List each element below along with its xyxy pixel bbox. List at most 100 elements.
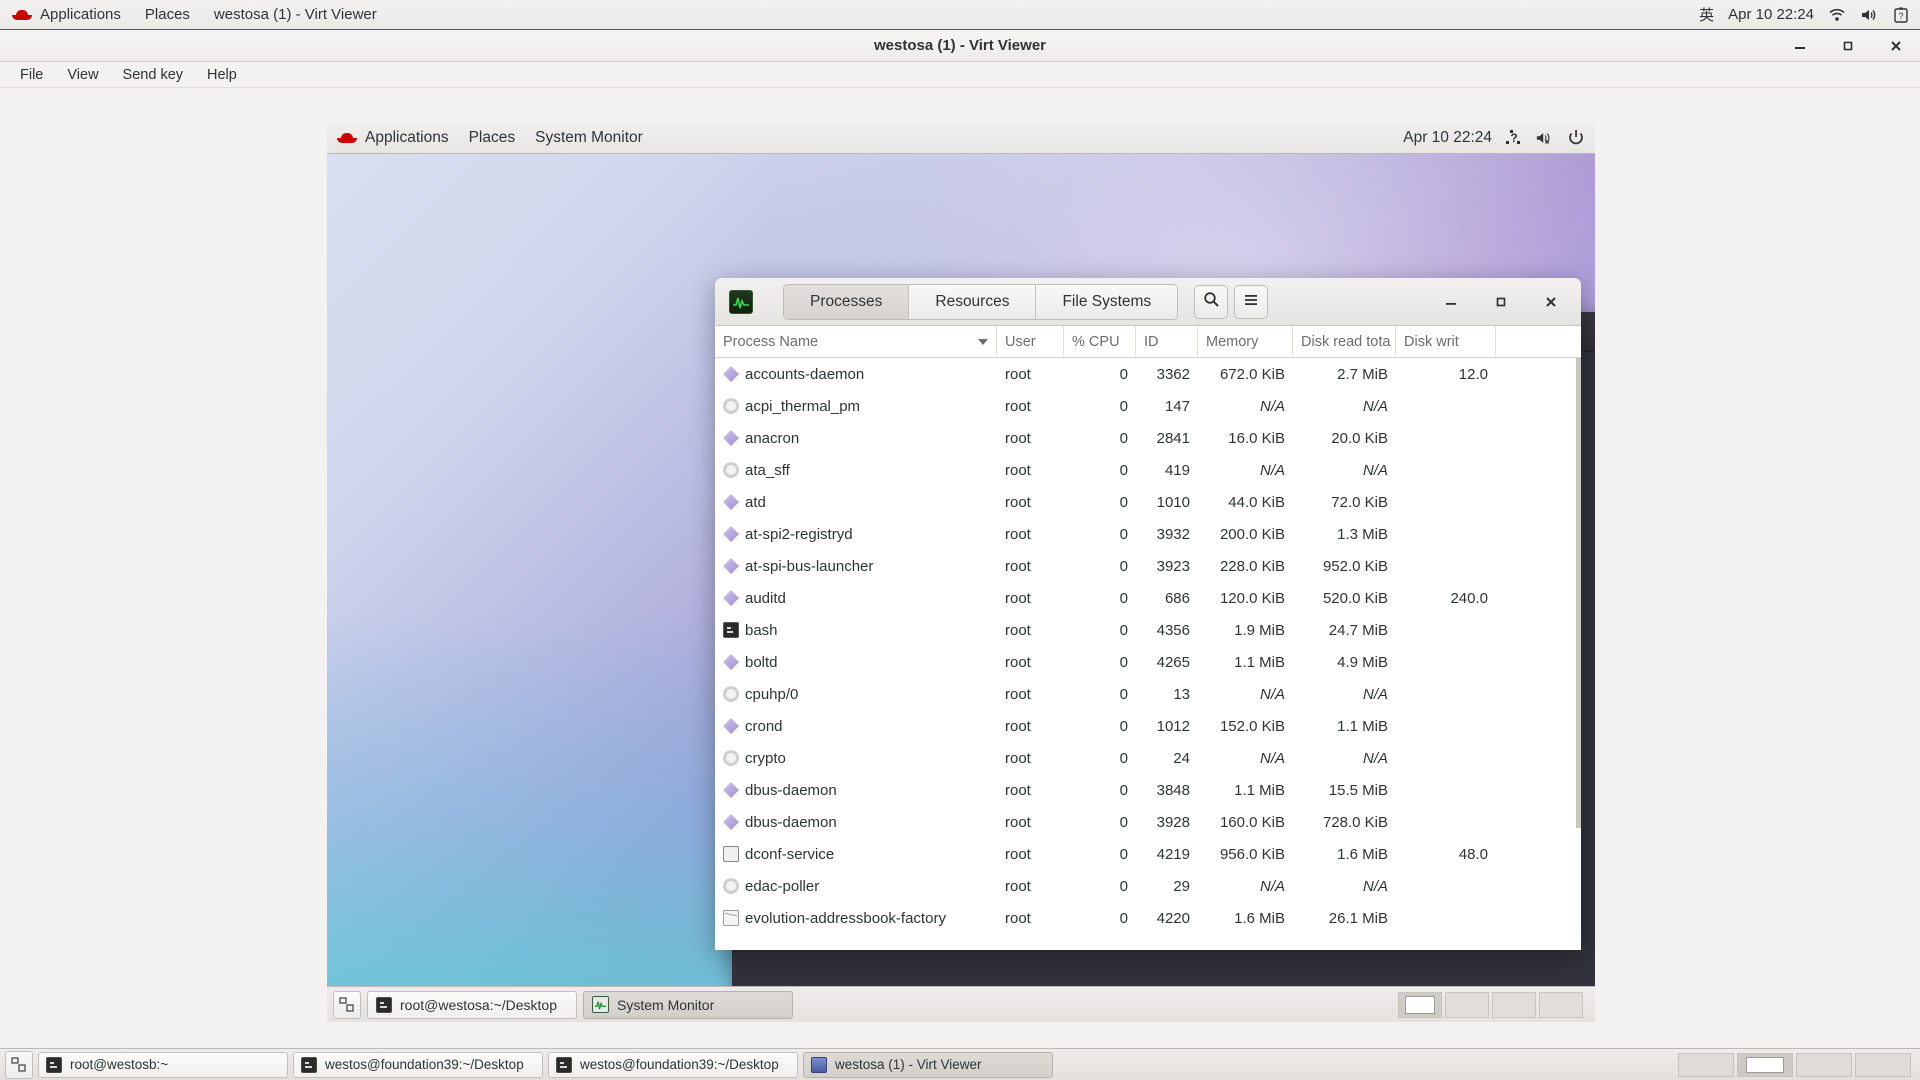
table-row[interactable]: at-spi2-registryd root 0 3932 200.0 KiB 1.3 M… [715,518,1581,550]
minimize-button[interactable] [1437,288,1465,316]
volume-icon[interactable] [1860,6,1878,24]
process-name-label: auditd [745,589,786,607]
virt-viewer-titlebar[interactable]: westosa (1) - Virt Viewer [0,30,1920,62]
cell-disk-read: N/A [1362,685,1388,703]
system-monitor-window[interactable]: Processes Resources File Systems Process… [715,278,1581,950]
taskbar-item-terminal[interactable]: root@westosa:~/Desktop [367,990,577,1019]
vm-clock[interactable]: Apr 10 22:24 [1403,122,1492,154]
host-taskbar-item-4[interactable]: westosa (1) - Virt Viewer [803,1051,1053,1078]
diamond-icon [723,718,739,734]
table-row[interactable]: at-spi-bus-launcher root 0 3923 228.0 KiB 952… [715,550,1581,582]
cell-process-name: dbus-daemon [715,814,997,831]
table-row[interactable]: bash root 0 4356 1.9 MiB 24.7 MiB [715,614,1581,646]
table-row[interactable]: ata_sff root 0 419 N/A N/A [715,454,1581,486]
tab-resources[interactable]: Resources [909,284,1037,319]
vm-display-area[interactable]: Applications Places System Monitor Apr 1… [327,122,1595,1022]
wifi-icon[interactable] [1828,6,1846,24]
host-applications-menu[interactable]: Applications [0,0,133,30]
process-name-label: dconf-service [745,845,835,863]
cell-memory: 120.0 KiB [1219,589,1285,607]
column-label-process-name: Process Name [723,333,819,350]
vm-places-menu[interactable]: Places [459,122,526,154]
volume-muted-icon[interactable] [1536,129,1554,147]
show-desktop-icon[interactable] [5,1050,33,1079]
table-row[interactable]: edac-poller root 0 29 N/A N/A [715,870,1581,902]
gear-icon [723,398,739,414]
cell-user: root [1005,493,1031,511]
taskbar-item-system-monitor[interactable]: System Monitor [583,990,793,1019]
close-button[interactable] [1882,32,1910,60]
host-workspace-1[interactable] [1678,1052,1734,1077]
show-desktop-icon[interactable] [333,990,361,1019]
table-row[interactable]: boltd root 0 4265 1.1 MiB 4.9 MiB [715,646,1581,678]
maximize-button[interactable] [1487,288,1515,316]
virt-viewer-menubar: File View Send key Help [0,62,1920,88]
host-taskbar-item-1[interactable]: root@westosb:~ [38,1051,288,1078]
cell-id: 419 [1164,461,1190,479]
table-row[interactable]: cpuhp/0 root 0 13 N/A N/A [715,678,1581,710]
host-workspace-4[interactable] [1855,1052,1911,1077]
minimize-button[interactable] [1786,32,1814,60]
close-button[interactable] [1537,288,1565,316]
vm-top-panel: Applications Places System Monitor Apr 1… [327,122,1595,154]
column-header-process-name[interactable]: Process Name [715,326,997,357]
cell-process-name: boltd [715,654,997,671]
menu-button[interactable] [1234,284,1269,319]
column-header-id[interactable]: ID [1136,326,1198,357]
virt-viewer-window-controls [1786,30,1910,62]
column-label-memory: Memory [1206,333,1259,350]
host-taskbar-item-3[interactable]: westos@foundation39:~/Desktop [548,1051,798,1078]
table-row[interactable]: anacron root 0 2841 16.0 KiB 20.0 KiB [715,422,1581,454]
cell-id: 3923 [1156,557,1190,575]
host-taskbar-item-2[interactable]: westos@foundation39:~/Desktop [293,1051,543,1078]
column-header-disk-write[interactable]: Disk writ [1396,326,1496,357]
column-header-cpu[interactable]: % CPU [1064,326,1136,357]
process-table-scrollbar[interactable] [1576,358,1581,828]
host-active-window-title[interactable]: westosa (1) - Virt Viewer [202,0,389,30]
column-header-disk-read[interactable]: Disk read tota [1293,326,1396,357]
table-row[interactable]: dconf-service root 0 4219 956.0 KiB 1.6 MiB 48… [715,838,1581,870]
vm-active-app-menu[interactable]: System Monitor [525,122,653,154]
diamond-icon [723,814,739,830]
menu-help[interactable]: Help [195,65,249,85]
table-row[interactable]: dbus-daemon root 0 3848 1.1 MiB 15.5 MiB [715,774,1581,806]
cell-cpu: 0 [1119,621,1128,639]
table-row[interactable]: dbus-daemon root 0 3928 160.0 KiB 728.0 KiB [715,806,1581,838]
vm-applications-menu[interactable]: Applications [327,122,459,154]
menu-send-key[interactable]: Send key [111,65,195,85]
process-table-body[interactable]: accounts-daemon root 0 3362 672.0 KiB 2.7 MiB… [715,358,1581,950]
table-row[interactable]: atd root 0 1010 44.0 KiB 72.0 KiB [715,486,1581,518]
host-workspace-2[interactable] [1737,1052,1793,1077]
host-clock[interactable]: Apr 10 22:24 [1728,0,1814,30]
table-row[interactable]: crypto root 0 24 N/A N/A [715,742,1581,774]
maximize-button[interactable] [1834,32,1862,60]
vm-workspace-4[interactable] [1539,991,1583,1018]
help-icon[interactable]: ? [1505,129,1523,147]
vm-workspace-switcher[interactable] [1398,991,1589,1018]
menu-file[interactable]: File [8,65,55,85]
table-row[interactable]: accounts-daemon root 0 3362 672.0 KiB 2.7 MiB… [715,358,1581,390]
host-workspace-3[interactable] [1796,1052,1852,1077]
column-header-memory[interactable]: Memory [1198,326,1293,357]
tab-processes[interactable]: Processes [784,284,910,319]
table-row[interactable]: evolution-addressbook-factory root 0 4220 1.… [715,902,1581,934]
cell-id: 24 [1173,749,1190,767]
system-monitor-headerbar[interactable]: Processes Resources File Systems [715,278,1581,326]
vm-workspace-2[interactable] [1445,991,1489,1018]
vm-workspace-1[interactable] [1398,991,1442,1018]
vm-workspace-3[interactable] [1492,991,1536,1018]
battery-icon[interactable]: ? [1892,6,1910,24]
search-button[interactable] [1194,284,1229,319]
cell-disk-read: N/A [1362,461,1388,479]
menu-view[interactable]: View [55,65,110,85]
input-method-indicator[interactable]: 英 [1699,0,1714,30]
tab-file-systems[interactable]: File Systems [1036,284,1178,319]
host-workspace-switcher[interactable] [1678,1052,1915,1077]
column-header-user[interactable]: User [997,326,1064,357]
cell-disk-read: 1.1 MiB [1337,717,1388,735]
power-icon[interactable] [1567,129,1585,147]
table-row[interactable]: crond root 0 1012 152.0 KiB 1.1 MiB [715,710,1581,742]
table-row[interactable]: auditd root 0 686 120.0 KiB 520.0 KiB 240.0 [715,582,1581,614]
host-places-menu[interactable]: Places [133,0,202,30]
table-row[interactable]: acpi_thermal_pm root 0 147 N/A N/A [715,390,1581,422]
